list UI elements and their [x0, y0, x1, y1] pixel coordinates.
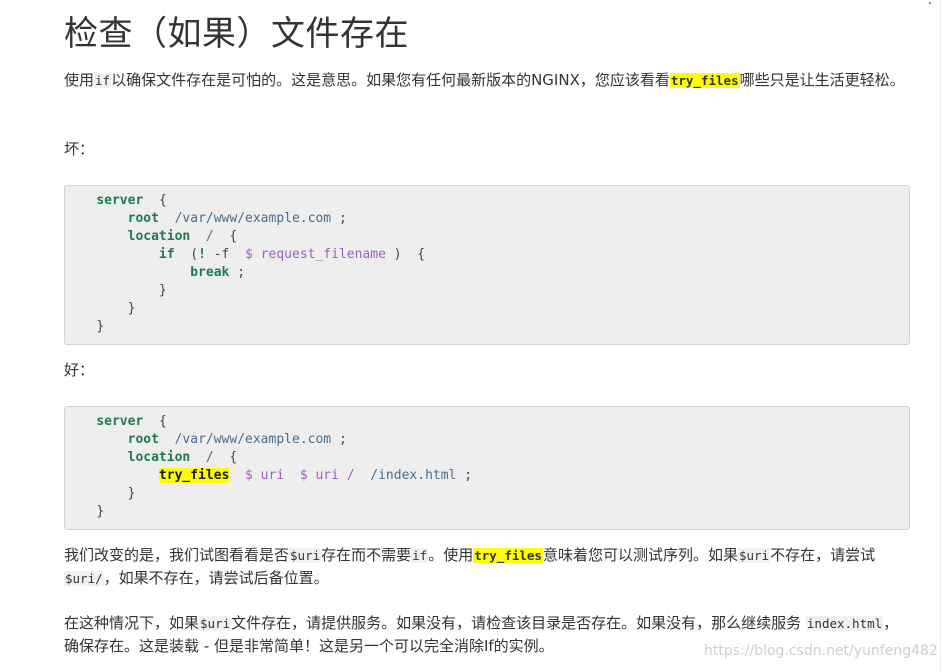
- code-line: location / {: [127, 229, 238, 244]
- inline-code-uri: $uri: [199, 616, 232, 631]
- inline-code-uri: $uri: [289, 548, 322, 563]
- inline-code-if: if: [411, 548, 429, 563]
- code-line: break ;: [190, 265, 246, 280]
- code-line: }: [96, 504, 105, 519]
- code-line: server {: [96, 414, 167, 429]
- inline-code-uri: $uri: [737, 548, 771, 563]
- corner-dot: [929, 2, 931, 4]
- page-title: 检查（如果）文件存在: [64, 14, 409, 54]
- code-line: }: [158, 283, 167, 298]
- bad-label: 坏：: [64, 140, 95, 158]
- intro-text-2: 以确保文件存在是可怕的。这是意思。如果您有任何最新版本的NGINX，您应该看看: [111, 71, 670, 89]
- intro-paragraph: 使用if以确保文件存在是可怕的。这是意思。如果您有任何最新版本的NGINX，您应…: [64, 69, 912, 92]
- code-line: }: [127, 301, 136, 316]
- page-edge-line: [940, 0, 941, 672]
- code-line: location / {: [127, 450, 238, 465]
- highlight-try-files: try_files: [669, 73, 740, 88]
- bad-code-block: server { root /var/www/example.com ; loc…: [64, 185, 910, 345]
- intro-text-3: 哪些只是让生活更轻松。: [739, 71, 905, 89]
- intro-text-1: 使用: [64, 71, 95, 89]
- watermark: https://blog.csdn.net/yunfeng482: [704, 643, 938, 659]
- code-line: root /var/www/example.com ;: [127, 211, 347, 226]
- code-line: server {: [96, 193, 167, 208]
- code-line: root /var/www/example.com ;: [127, 432, 347, 447]
- inline-code-index-html: index.html: [805, 616, 884, 631]
- good-label: 好：: [64, 361, 95, 379]
- code-line: }: [96, 319, 105, 334]
- highlight-try-files: try_files: [158, 468, 230, 483]
- inline-code-if: if: [94, 73, 112, 88]
- code-line: }: [127, 486, 136, 501]
- code-line: if (! -f $ request_filename ) {: [158, 247, 426, 262]
- highlight-try-files: try_files: [473, 548, 543, 563]
- good-code-block: server { root /var/www/example.com ; loc…: [64, 406, 910, 530]
- inline-code-uri-dir: $uri/: [64, 571, 104, 586]
- explanation-paragraph-1: 我们改变的是，我们试图看看是否$uri存在而不需要if。使用try_files意…: [64, 546, 876, 587]
- code-line: try_files $ uri $ uri / /index.html ;: [158, 468, 473, 483]
